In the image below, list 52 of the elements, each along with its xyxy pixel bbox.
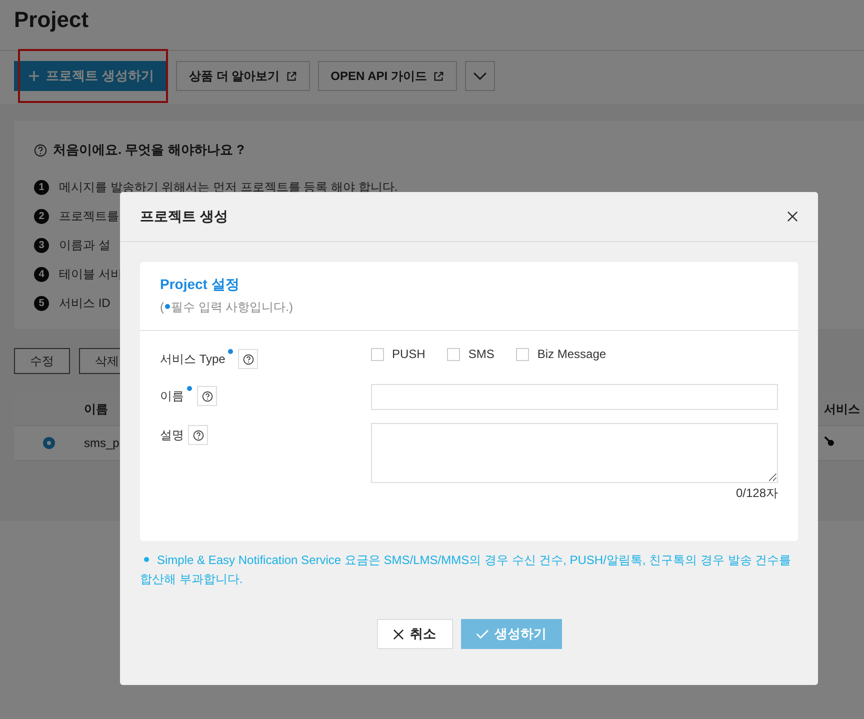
step-number: 4 (34, 267, 49, 282)
question-icon (192, 430, 204, 440)
field-label: 서비스 Type (160, 350, 226, 368)
cancel-button[interactable]: 취소 (376, 619, 452, 649)
external-link-icon (286, 70, 297, 82)
close-icon (393, 628, 404, 640)
step-number: 2 (34, 209, 49, 224)
question-icon (202, 390, 212, 402)
required-legend: ( 필수 입력 사항입니다.) (160, 299, 778, 316)
plus-icon (28, 70, 40, 82)
help-button[interactable] (238, 349, 258, 369)
column-header: 이름 (84, 401, 109, 418)
checkbox[interactable] (447, 348, 460, 360)
create-project-button[interactable]: 프로젝트 생성하기 (14, 61, 168, 91)
checkbox[interactable] (371, 348, 384, 360)
link-button[interactable]: OPEN API 가이드 (318, 61, 457, 91)
dropdown-button[interactable] (464, 61, 495, 91)
description-input-field[interactable] (371, 423, 778, 483)
question-icon (34, 144, 47, 156)
checkbox-label: Biz Message (537, 347, 606, 361)
pricing-note: Simple & Easy Notification Service 요금은 SMS/LMS/MMS의 경우 수신 건수, PUSH/알림톡, 친구톡의 경우 발송 건수를 합산해 부과합니다. (140, 552, 792, 588)
step-text: 이름과 설 (59, 237, 110, 254)
step-number: 1 (34, 180, 49, 195)
step-text: 프로젝트를 (59, 208, 119, 225)
dialog-title: 프로젝트 생성 (140, 208, 228, 226)
chevron-down-icon (472, 72, 487, 80)
check-icon (476, 629, 488, 639)
link-button[interactable]: 상품 더 알아보기 (176, 61, 310, 91)
checkbox[interactable] (516, 348, 530, 360)
step-number: 5 (34, 296, 49, 311)
close-icon (787, 211, 798, 222)
step-text: 서비스 ID (59, 295, 110, 312)
checkbox-label: PUSH (392, 347, 426, 361)
step-number: 3 (34, 238, 49, 253)
key-icon (824, 436, 835, 447)
page-title: Project (14, 6, 90, 34)
action-button[interactable]: 수정 (14, 348, 70, 374)
checkbox-label: SMS (468, 347, 494, 361)
column-header: 서비스 (824, 401, 861, 418)
table-cell-text: sms_p (84, 436, 120, 450)
help-button[interactable] (197, 386, 217, 406)
field-label: 설명 (160, 426, 184, 444)
help-button[interactable] (188, 425, 208, 445)
name-input-field[interactable] (371, 384, 778, 410)
close-button[interactable] (785, 209, 800, 224)
help-title: 처음이에요. 무엇을 해야하나요 ? (53, 141, 244, 159)
section-title: Project 설정 (160, 276, 240, 294)
character-counter: 0/128자 (736, 486, 778, 500)
question-icon (242, 354, 254, 364)
external-link-icon (432, 70, 444, 82)
field-label: 이름 (160, 388, 184, 404)
radio-button[interactable] (43, 437, 55, 449)
